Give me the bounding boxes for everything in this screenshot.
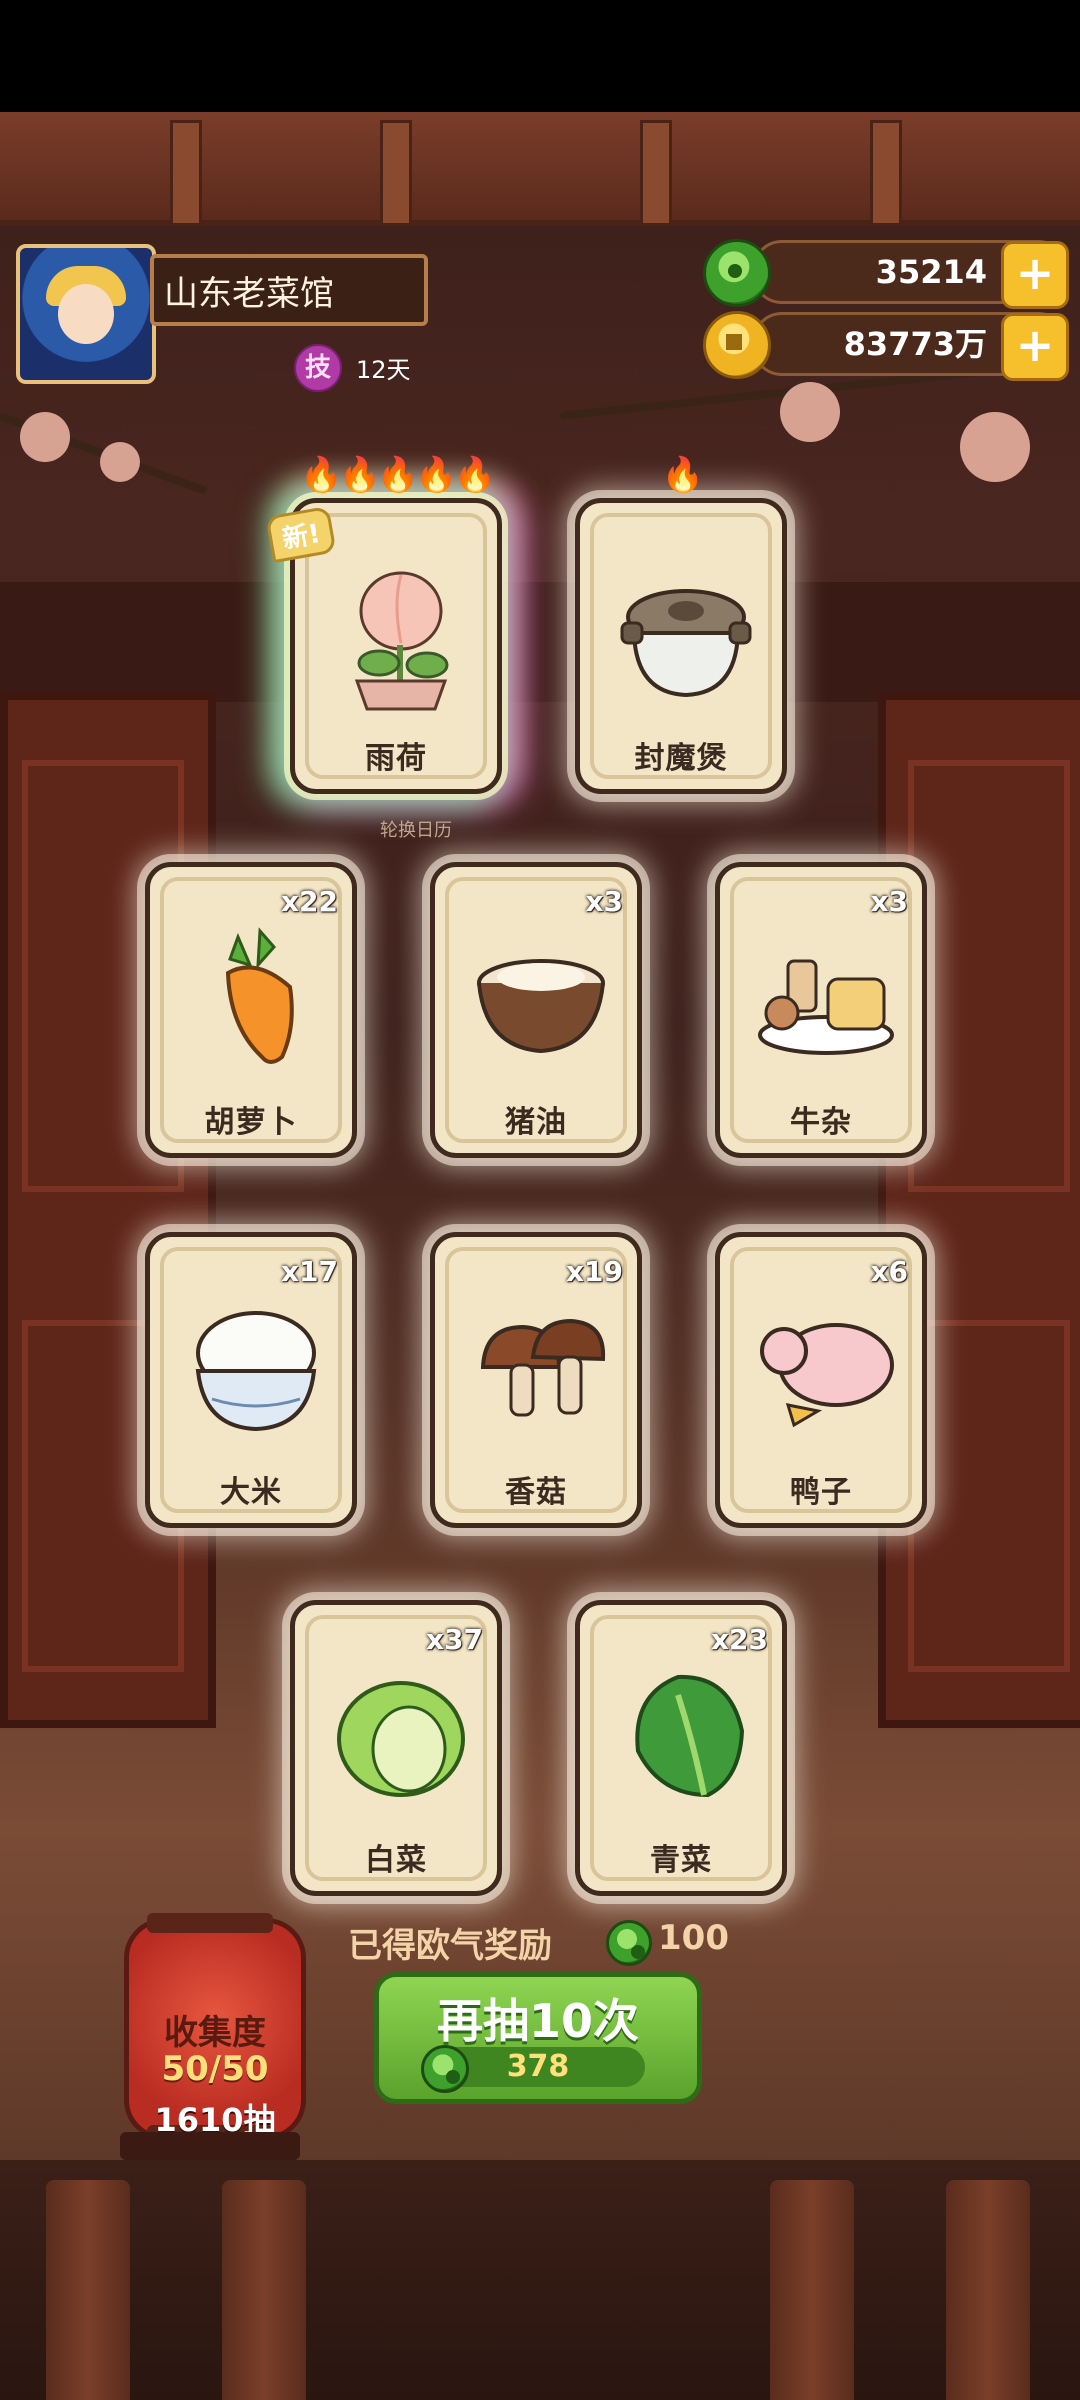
card-rice[interactable]: x17 大米 xyxy=(145,1232,357,1528)
lotus-plant-icon xyxy=(354,571,449,711)
draw-again-label: 再抽10次 xyxy=(436,1994,639,2048)
item-count: x17 xyxy=(280,1255,338,1288)
restaurant-name[interactable]: 山东老菜馆 xyxy=(150,254,428,326)
jade-amount: 35214 xyxy=(875,253,987,291)
card-label: 封魔煲 xyxy=(634,741,728,776)
card-greens[interactable]: x23 青菜 xyxy=(575,1600,787,1896)
player-avatar[interactable] xyxy=(16,244,156,384)
item-count: x6 xyxy=(870,1255,908,1288)
duck-icon xyxy=(760,1323,894,1428)
card-label: 香菇 xyxy=(505,1475,567,1510)
draw-again-button[interactable]: 再抽10次 378 xyxy=(374,1972,702,2104)
reward-label: 已得欧气奖励 xyxy=(348,1926,552,1966)
card-label: 鸭子 xyxy=(790,1475,852,1510)
flame-rating-icon: 🔥 xyxy=(661,455,704,495)
item-count: x22 xyxy=(280,885,338,918)
skill-days: 12天 xyxy=(356,356,411,384)
jade-coin-icon xyxy=(703,239,771,307)
beam-post xyxy=(380,120,412,226)
gold-amount: 83773万 xyxy=(843,325,987,363)
item-count: x3 xyxy=(870,885,908,918)
collection-title: 收集度 xyxy=(164,2013,266,2053)
draw-cost: 378 xyxy=(506,2049,570,2084)
card-beef-offal[interactable]: x3 牛杂 xyxy=(715,862,927,1158)
flame-rating-icon: 🔥🔥🔥🔥🔥 xyxy=(300,455,496,495)
blossom-decor xyxy=(100,442,140,482)
card-label: 牛杂 xyxy=(790,1105,852,1140)
roof-beam xyxy=(0,112,1080,226)
gold-currency-bar: 83773万 + xyxy=(703,311,1069,381)
rice-bowl-icon xyxy=(195,1311,317,1432)
fence-post xyxy=(770,2180,854,2400)
lantern-stand xyxy=(120,2132,300,2160)
beam-post xyxy=(640,120,672,226)
fence-post xyxy=(222,2180,306,2400)
blossom-decor xyxy=(960,412,1030,482)
clay-pot-icon xyxy=(620,589,752,698)
add-jade-button[interactable]: + xyxy=(1001,241,1069,309)
reward-value: 100 xyxy=(658,1918,729,1958)
lard-bowl-icon xyxy=(477,959,605,1054)
napa-cabbage-icon xyxy=(337,1681,465,1797)
card-fengmobao[interactable]: 🔥 封魔煲 xyxy=(575,455,787,794)
card-label: 青菜 xyxy=(650,1843,712,1878)
item-count: x19 xyxy=(565,1255,623,1288)
draw-cost-bar: 378 xyxy=(421,2045,645,2093)
card-yuhe[interactable]: 🔥🔥🔥🔥🔥 新! 雨荷 xyxy=(265,455,502,794)
jade-currency-bar: 35214 + xyxy=(703,239,1069,309)
beef-offal-icon xyxy=(758,959,894,1055)
card-lard[interactable]: x3 猪油 xyxy=(430,862,642,1158)
beam-post xyxy=(870,120,902,226)
add-gold-button[interactable]: + xyxy=(1001,313,1069,381)
left-door xyxy=(0,692,216,1728)
fence-post xyxy=(946,2180,1030,2400)
collection-progress: 50/50 xyxy=(161,2049,269,2089)
carrot-icon xyxy=(225,927,294,1064)
beam-post xyxy=(170,120,202,226)
card-carrot[interactable]: x22 胡萝卜 xyxy=(145,862,357,1158)
gold-coin-icon xyxy=(703,311,771,379)
card-label: 白菜 xyxy=(365,1843,427,1878)
item-count: x23 xyxy=(710,1623,768,1656)
card-cabbage[interactable]: x37 白菜 xyxy=(290,1600,502,1896)
card-label: 猪油 xyxy=(505,1105,567,1140)
calendar-caption: 轮换日历 xyxy=(380,820,452,841)
skill-icon[interactable]: 技 xyxy=(294,344,342,392)
item-count: x3 xyxy=(585,885,623,918)
card-label: 胡萝卜 xyxy=(204,1105,298,1140)
jade-coin-icon xyxy=(606,1920,652,1966)
floor xyxy=(0,2160,1080,2400)
collection-lantern[interactable]: 收集度 50/50 1610抽 xyxy=(124,1913,306,2145)
card-label: 大米 xyxy=(220,1475,282,1510)
right-door xyxy=(878,692,1080,1728)
card-duck[interactable]: x6 鸭子 xyxy=(715,1232,927,1528)
mushroom-icon xyxy=(480,1318,606,1417)
blossom-decor xyxy=(20,412,70,462)
fence-post xyxy=(46,2180,130,2400)
wall-band xyxy=(0,582,1080,702)
card-mushroom[interactable]: x19 香菇 xyxy=(430,1232,642,1528)
item-count: x37 xyxy=(425,1623,483,1656)
card-label: 雨荷 xyxy=(365,741,427,776)
blossom-decor xyxy=(780,382,840,442)
bok-choy-icon xyxy=(635,1674,745,1798)
